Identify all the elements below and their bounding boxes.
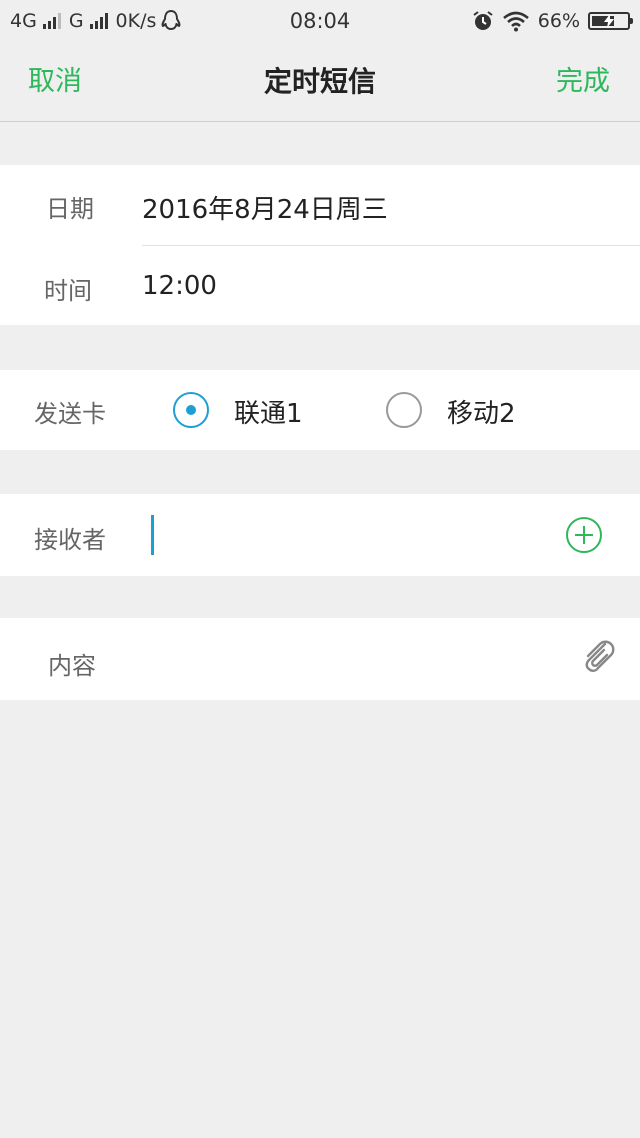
- network-speed: 0K/s: [115, 10, 157, 32]
- qq-icon: [162, 9, 181, 31]
- sim2-label[interactable]: 移动2: [447, 393, 516, 430]
- paperclip-icon[interactable]: [578, 636, 618, 676]
- sim-card-selector: 发送卡 联通1 移动2: [0, 370, 640, 450]
- content-card[interactable]: 内容: [0, 618, 640, 700]
- signal-icon-sim1: [42, 13, 61, 29]
- date-label: 日期: [46, 195, 94, 223]
- network-type-sim2: G: [68, 10, 84, 32]
- page-title: 定时短信: [263, 65, 376, 98]
- scheduled-sms-screen: 4G G 0K/s 08:04 66% 取消 定时短信 完成 日期 2016年8…: [0, 0, 640, 1138]
- sim-label: 发送卡: [34, 400, 106, 428]
- status-right: 66%: [472, 0, 633, 42]
- recipient-label: 接收者: [34, 526, 106, 554]
- status-bar: 4G G 0K/s 08:04 66%: [0, 0, 640, 42]
- text-cursor: [151, 515, 154, 555]
- battery-percent: 66%: [537, 10, 580, 32]
- sim2-radio[interactable]: [386, 392, 422, 428]
- schedule-card: 日期 2016年8月24日周三 时间 12:00: [0, 165, 640, 325]
- alarm-icon: [473, 11, 493, 30]
- recipient-input[interactable]: [160, 510, 540, 560]
- date-picker[interactable]: 2016年8月24日周三: [142, 189, 388, 226]
- signal-icon-sim2: [89, 13, 108, 29]
- cancel-button[interactable]: 取消: [28, 42, 82, 122]
- time-picker[interactable]: 12:00: [142, 271, 217, 301]
- battery-icon: [588, 12, 633, 30]
- nav-bar: 取消 定时短信 完成: [0, 42, 640, 122]
- add-recipient-icon[interactable]: [566, 517, 602, 553]
- done-button[interactable]: 完成: [556, 42, 610, 122]
- network-type-sim1: 4G: [10, 10, 37, 32]
- divider: [142, 245, 640, 246]
- recipient-card: 接收者: [0, 494, 640, 576]
- wifi-icon: [502, 11, 529, 32]
- time-label: 时间: [44, 277, 92, 305]
- status-left: 4G G 0K/s: [10, 0, 182, 42]
- charging-bolt-icon: [604, 14, 614, 28]
- content-label: 内容: [48, 652, 96, 680]
- sim1-radio[interactable]: [173, 392, 209, 428]
- sim1-label[interactable]: 联通1: [234, 393, 303, 430]
